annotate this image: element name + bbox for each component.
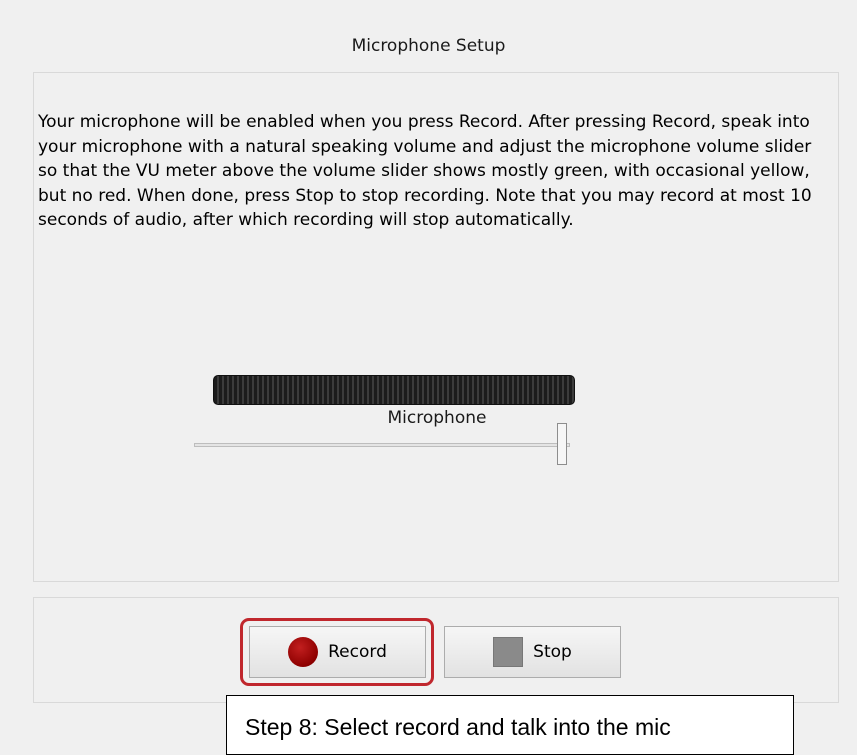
volume-slider-thumb[interactable] bbox=[557, 423, 567, 465]
stop-icon bbox=[493, 637, 524, 667]
stop-button[interactable]: Stop bbox=[444, 626, 621, 678]
microphone-setup-panel: Your microphone will be enabled when you… bbox=[33, 72, 839, 582]
stop-button-label: Stop bbox=[533, 642, 572, 662]
callout-text: Step 8: Select record and talk into the … bbox=[245, 714, 671, 740]
volume-slider-track[interactable] bbox=[194, 443, 570, 447]
dialog-title: Microphone Setup bbox=[351, 36, 506, 56]
vu-meter bbox=[213, 375, 575, 405]
button-panel bbox=[33, 597, 839, 703]
instruction-callout: Step 8: Select record and talk into the … bbox=[226, 695, 794, 755]
microphone-label: Microphone bbox=[387, 408, 487, 428]
record-highlight-box bbox=[240, 618, 434, 686]
instructions-text: Your microphone will be enabled when you… bbox=[38, 112, 812, 230]
